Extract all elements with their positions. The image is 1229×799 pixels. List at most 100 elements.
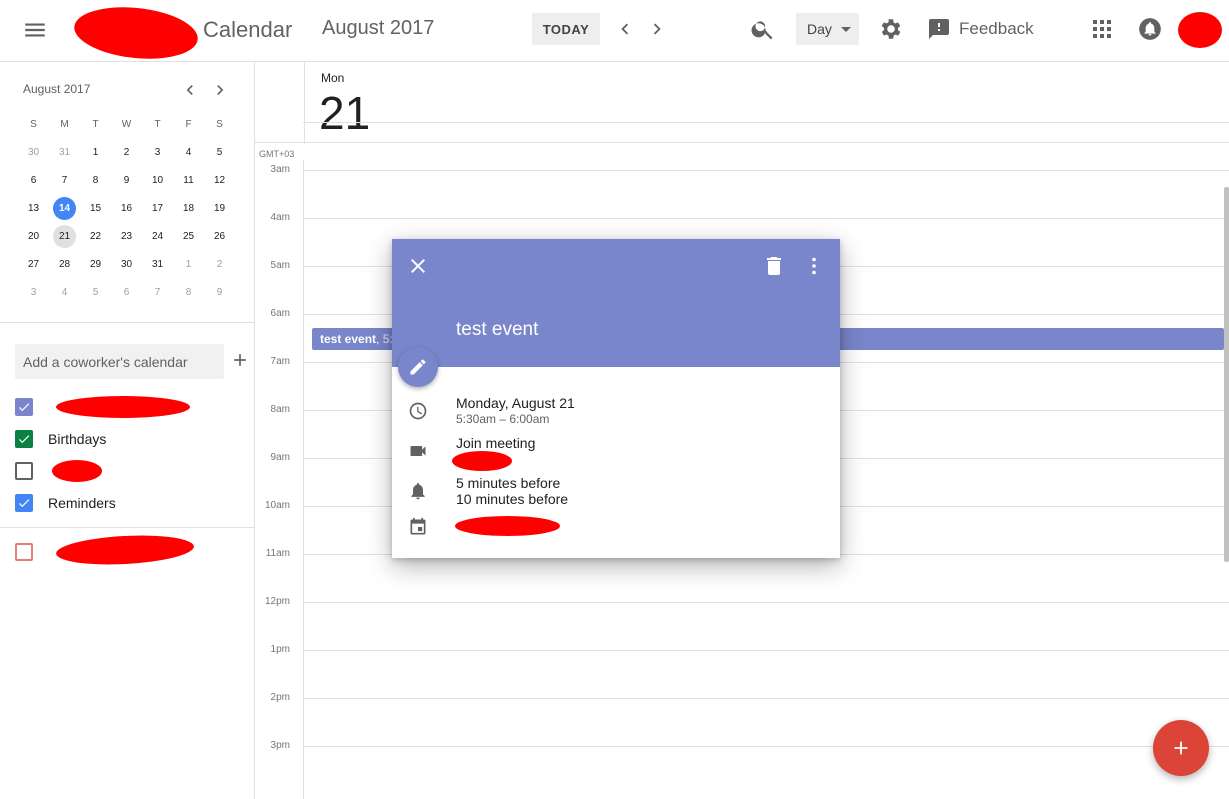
calendar-item-reminders[interactable] — [15, 493, 33, 513]
edit-pencil-button[interactable] — [398, 347, 438, 387]
mini-calendar-day[interactable]: 23 — [111, 225, 142, 248]
mini-calendar-day[interactable]: 31 — [49, 141, 80, 164]
more-options-icon[interactable] — [802, 254, 826, 278]
mini-calendar-day[interactable]: 4 — [49, 281, 80, 304]
day-header[interactable]: Mon 21 — [304, 62, 1229, 144]
mini-calendar-day[interactable]: 31 — [142, 253, 173, 276]
add-coworker-calendar-input[interactable]: Add a coworker's calendar — [15, 344, 224, 379]
mini-calendar-day[interactable]: 7 — [49, 169, 80, 192]
mini-calendar-day[interactable]: 19 — [204, 197, 235, 220]
mini-calendar-day[interactable]: 4 — [173, 141, 204, 164]
weekday-label: S — [216, 118, 223, 130]
mini-calendar-day[interactable]: 16 — [111, 197, 142, 220]
calendar-item-birthdays[interactable] — [15, 429, 33, 449]
close-icon[interactable] — [406, 254, 430, 278]
mini-calendar-day[interactable]: 3 — [142, 141, 173, 164]
mini-calendar-day[interactable]: 27 — [18, 253, 49, 276]
calendar-checkbox[interactable] — [15, 494, 33, 512]
mini-calendar-day[interactable]: 20 — [18, 225, 49, 248]
top-app-bar: Calendar August 2017 TODAY Day Feedback — [0, 0, 1229, 65]
main-menu-icon[interactable] — [22, 17, 48, 43]
apps-grid-icon[interactable] — [1090, 17, 1114, 41]
hour-label: 6am — [270, 308, 290, 319]
mini-calendar-day[interactable]: 2 — [111, 141, 142, 164]
mini-calendar-day[interactable]: 25 — [173, 225, 204, 248]
mini-calendar-day[interactable]: 12 — [204, 169, 235, 192]
mini-calendar-day[interactable]: 28 — [49, 253, 80, 276]
scrollbar-thumb[interactable] — [1224, 187, 1229, 562]
calendar-item-primary[interactable] — [15, 397, 33, 417]
mini-calendar-day[interactable]: 22 — [80, 225, 111, 248]
event-chip-title: test event — [320, 332, 377, 346]
time-column: 3am 4am 5am 6am 7am 8am 9am 10am 11am 12pm 1pm 2pm 3… — [255, 160, 304, 799]
mini-calendar-day[interactable]: 5 — [204, 141, 235, 164]
feedback-button[interactable]: Feedback — [927, 16, 1034, 42]
mini-calendar-day-number: 25 — [182, 230, 195, 242]
view-selector[interactable]: Day — [796, 13, 859, 45]
mini-calendar-day[interactable]: 7 — [142, 281, 173, 304]
mini-calendar-day[interactable]: 29 — [80, 253, 111, 276]
mini-calendar-day-number: 1 — [185, 258, 192, 270]
mini-calendar-day-number: 19 — [213, 202, 226, 214]
popup-event-title: test event — [456, 319, 539, 340]
mini-calendar-day[interactable]: 6 — [18, 169, 49, 192]
mini-calendar-day-number: 10 — [151, 174, 164, 186]
hour-label: 12pm — [264, 596, 290, 607]
mini-calendar-day[interactable]: 10 — [142, 169, 173, 192]
mini-calendar-day-number: 5 — [92, 286, 99, 298]
mini-calendar-day-number: 8 — [92, 174, 99, 186]
mini-calendar-day[interactable]: 14 — [49, 196, 80, 220]
mini-calendar-day[interactable]: 18 — [173, 197, 204, 220]
mini-calendar-day[interactable]: 8 — [80, 169, 111, 192]
settings-gear-icon[interactable] — [878, 16, 904, 42]
calendar-label-birthdays: Birthdays — [48, 431, 107, 447]
calendar-checkbox[interactable] — [15, 430, 33, 448]
hour-gridline — [303, 698, 1229, 699]
join-meeting-link[interactable]: Join meeting — [456, 435, 535, 451]
search-icon[interactable] — [750, 16, 776, 42]
mini-calendar-day[interactable]: 5 — [80, 281, 111, 304]
hour-label: 5am — [270, 260, 290, 271]
calendar-checkbox[interactable] — [15, 543, 33, 561]
mini-calendar-day-number: 2 — [216, 258, 223, 270]
mini-calendar-day-number: 30 — [27, 146, 40, 158]
mini-calendar-day[interactable]: 9 — [111, 169, 142, 192]
mini-calendar-day[interactable]: 24 — [142, 225, 173, 248]
mini-calendar-prev-icon[interactable] — [180, 80, 200, 100]
previous-period-icon[interactable] — [614, 18, 636, 40]
mini-calendar-day[interactable]: 1 — [80, 141, 111, 164]
mini-calendar-day[interactable]: 15 — [80, 197, 111, 220]
add-calendar-plus-icon[interactable] — [230, 350, 250, 370]
today-button[interactable]: TODAY — [532, 13, 600, 45]
mini-calendar-day-number: 7 — [154, 286, 161, 298]
mini-calendar-day[interactable]: 8 — [173, 281, 204, 304]
mini-calendar-day[interactable]: 6 — [111, 281, 142, 304]
delete-trash-icon[interactable] — [762, 254, 786, 278]
hour-gridline — [303, 218, 1229, 219]
mini-calendar-day-number: 4 — [61, 286, 68, 298]
day-number[interactable]: 21 — [319, 86, 370, 140]
hour-label: 3am — [270, 164, 290, 175]
mini-calendar-day[interactable]: 30 — [18, 141, 49, 164]
mini-calendar-next-icon[interactable] — [210, 80, 230, 100]
mini-calendar-day[interactable]: 26 — [204, 225, 235, 248]
mini-calendar-day[interactable]: 3 — [18, 281, 49, 304]
mini-calendar-day[interactable]: 2 — [204, 253, 235, 276]
calendar-checkbox[interactable] — [15, 462, 33, 480]
mini-calendar-day[interactable]: 21 — [49, 224, 80, 248]
mini-calendar-day[interactable]: 9 — [204, 281, 235, 304]
calendar-item-tasks[interactable] — [15, 461, 33, 481]
mini-calendar-day-number: 30 — [120, 258, 133, 270]
mini-calendar-day[interactable]: 13 — [18, 197, 49, 220]
create-event-button[interactable] — [1153, 720, 1209, 776]
next-period-icon[interactable] — [646, 18, 668, 40]
mini-calendar-day[interactable]: 1 — [173, 253, 204, 276]
dropdown-arrow-icon — [841, 27, 851, 32]
mini-calendar-day[interactable]: 30 — [111, 253, 142, 276]
calendar-checkbox[interactable] — [15, 398, 33, 416]
calendar-item-other[interactable] — [15, 542, 33, 562]
notifications-bell-icon[interactable] — [1137, 16, 1163, 42]
mini-calendar-day[interactable]: 17 — [142, 197, 173, 220]
mini-calendar-day[interactable]: 11 — [173, 169, 204, 192]
account-avatar-redacted[interactable] — [1178, 12, 1222, 48]
